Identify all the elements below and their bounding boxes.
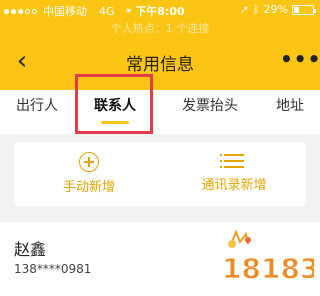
manual-add-label: 手动新增 <box>62 180 115 195</box>
manual-add-button[interactable]: 手动新增 <box>34 142 144 206</box>
hotspot-banner[interactable]: 个人热点：1 个连接 <box>0 20 320 38</box>
navigation-bar: ‹ 常用信息 ••• <box>0 40 320 86</box>
contact-name: 赵鑫 <box>14 240 47 259</box>
tab-contacts[interactable]: 联系人 <box>78 90 152 134</box>
battery-percent: 29% <box>263 3 288 16</box>
tab-label: 联系人 <box>94 98 136 114</box>
more-button[interactable]: ••• <box>280 48 320 76</box>
tab-label: 出行人 <box>16 98 58 114</box>
tab-bar: 出行人 联系人 发票抬头 地址 <box>0 90 320 134</box>
status-right-group: ➚ ᛒ 29% <box>239 3 316 16</box>
sparkle-icon <box>228 240 236 248</box>
list-icon <box>220 152 244 170</box>
tab-label: 发票抬头 <box>182 98 238 114</box>
location-arrow-icon: ➚ <box>239 3 249 16</box>
more-dots-icon: ••• <box>280 47 320 71</box>
page-title: 常用信息 <box>126 55 194 75</box>
tab-travelers[interactable]: 出行人 <box>0 90 74 134</box>
address-book-add-label: 通讯录新增 <box>201 178 267 193</box>
tab-label: 地址 <box>276 98 304 114</box>
watermark-logo: 18183 <box>222 229 314 286</box>
tab-addresses[interactable]: 地址 <box>260 90 320 134</box>
contact-phone: 138****0981 <box>14 262 92 276</box>
battery-icon <box>292 4 316 15</box>
address-book-add-button[interactable]: 通讯录新增 <box>174 142 294 206</box>
plus-circle-icon <box>79 152 99 172</box>
watermark-text: 18183 <box>222 252 314 285</box>
tab-invoice-titles[interactable]: 发票抬头 <box>160 90 260 134</box>
status-bar: 中国移动 4G ⚭ 下午8:00 ➚ ᛒ 29% <box>0 0 320 20</box>
active-tab-indicator <box>101 121 129 124</box>
add-actions-card: 手动新增 通讯录新增 <box>14 142 306 206</box>
bluetooth-icon: ᛒ <box>252 3 260 16</box>
